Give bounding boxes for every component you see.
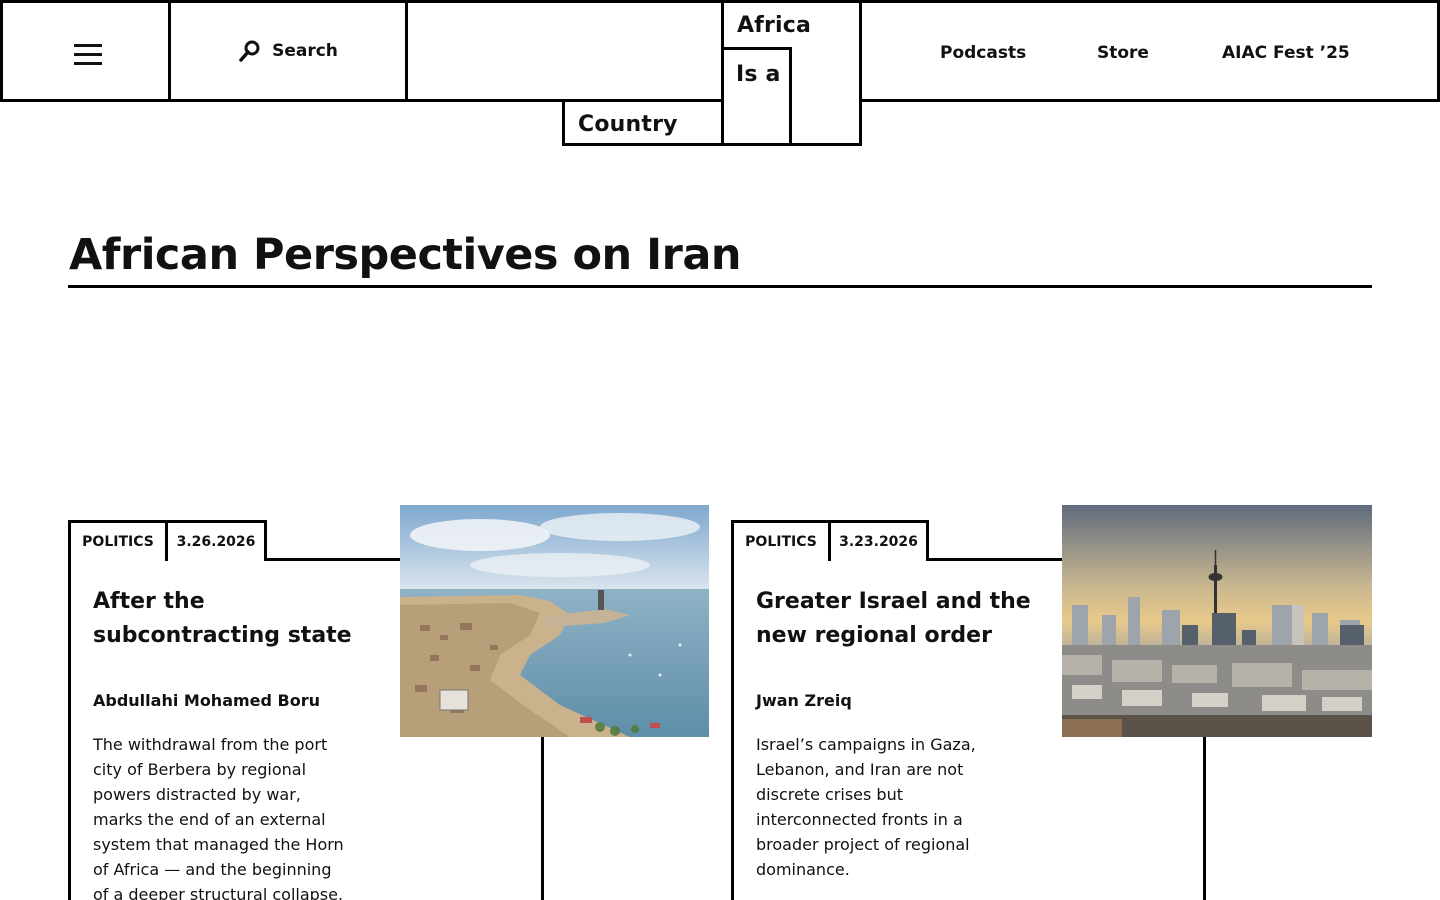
date-tag: 3.26.2026: [165, 520, 267, 561]
search-button[interactable]: Search: [168, 0, 408, 102]
article-title[interactable]: Greater Israel and the new regional orde…: [756, 585, 1031, 653]
category-tag[interactable]: POLITICS: [731, 520, 831, 561]
logo-line-2: Is a: [736, 62, 781, 87]
card-divider: [541, 736, 544, 900]
article-author[interactable]: Jwan Zreiq: [756, 691, 852, 710]
logo-box-2[interactable]: Is a: [721, 47, 792, 146]
excerpt-line: Lebanon, and Iran are not: [756, 760, 964, 779]
excerpt-line: of Africa — and the beginning: [93, 860, 332, 879]
article-image[interactable]: [400, 505, 709, 737]
excerpt-line: marks the end of an external: [93, 810, 326, 829]
article-title-line: new regional order: [756, 623, 992, 648]
article-excerpt: Israel’s campaigns in Gaza, Lebanon, and…: [756, 732, 976, 882]
nav-link-store[interactable]: Store: [1097, 43, 1149, 63]
excerpt-line: discrete crises but: [756, 785, 903, 804]
header-spacer: [405, 0, 725, 102]
main-nav: Podcasts Store AIAC Fest ’25: [859, 0, 1440, 102]
aerial-coastal-port-photo: [400, 505, 709, 737]
title-divider: [68, 285, 1372, 288]
excerpt-line: city of Berbera by regional: [93, 760, 307, 779]
excerpt-line: powers distracted by war,: [93, 785, 301, 804]
article-excerpt: The withdrawal from the port city of Ber…: [93, 732, 344, 900]
excerpt-line: of a deeper structural collapse.: [93, 885, 344, 900]
search-icon: [239, 40, 260, 62]
hamburger-icon: [74, 44, 102, 66]
category-tag[interactable]: POLITICS: [68, 520, 168, 561]
nav-link-podcasts[interactable]: Podcasts: [940, 43, 1026, 63]
logo-line-3: Country: [578, 112, 678, 137]
search-label: Search: [272, 41, 338, 61]
article-title-line: After the: [93, 589, 205, 614]
excerpt-line: broader project of regional: [756, 835, 970, 854]
article-title-line: subcontracting state: [93, 623, 352, 648]
excerpt-line: Israel’s campaigns in Gaza,: [756, 735, 976, 754]
excerpt-line: interconnected fronts in a: [756, 810, 963, 829]
menu-button[interactable]: [0, 0, 171, 102]
article-title-line: Greater Israel and the: [756, 589, 1031, 614]
excerpt-line: dominance.: [756, 860, 850, 879]
date-tag: 3.23.2026: [828, 520, 929, 561]
logo-line-1: Africa: [737, 13, 812, 38]
excerpt-line: The withdrawal from the port: [93, 735, 328, 754]
page-title: African Perspectives on Iran: [69, 230, 741, 280]
tehran-skyline-photo: [1062, 505, 1372, 737]
nav-link-fest[interactable]: AIAC Fest ’25: [1222, 43, 1350, 63]
article-author[interactable]: Abdullahi Mohamed Boru: [93, 691, 320, 710]
article-image[interactable]: [1062, 505, 1372, 737]
excerpt-line: system that managed the Horn: [93, 835, 344, 854]
article-title[interactable]: After the subcontracting state: [93, 585, 352, 653]
card-divider: [1203, 736, 1206, 900]
logo-box-3[interactable]: Country: [562, 99, 724, 146]
